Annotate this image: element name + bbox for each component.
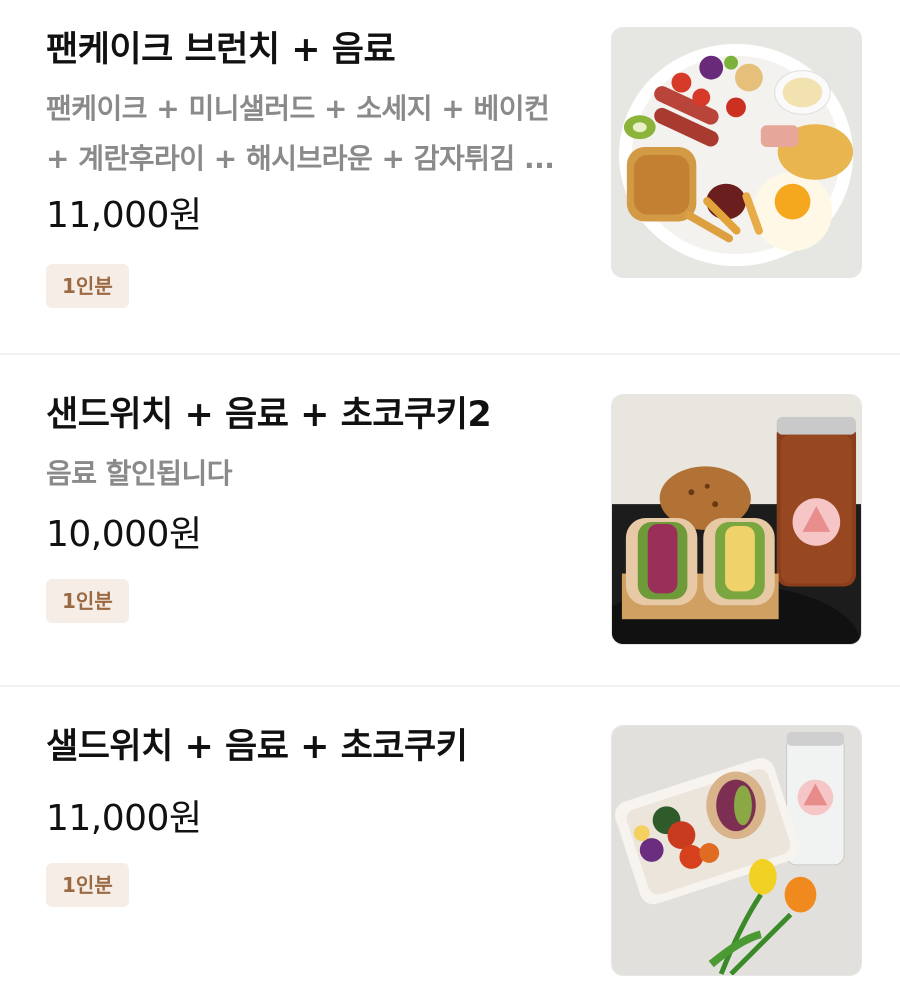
menu-item-name: 샌드위치 + 음료 + 초코쿠키2: [46, 395, 492, 435]
menu-item-description-line: 팬케이크 + 미니샐러드 + 소세지 + 베이컨: [46, 92, 550, 125]
menu-item-description-line: 음료 할인됩니다: [46, 457, 233, 490]
serving-size-badge: 1인분: [46, 579, 129, 623]
pancake-brunch-plate-photo: [611, 27, 862, 278]
menu-list: 팬케이크 브런치 + 음료 팬케이크 + 미니샐러드 + 소세지 + 베이컨 +…: [0, 0, 900, 989]
sandwich-drink-cookie-photo: [611, 394, 862, 645]
menu-item-description-line: + 계란후라이 + 해시브라운 + 감자튀김 ...: [46, 142, 555, 175]
menu-item-price: 11,000원: [46, 195, 202, 236]
pancake-brunch-plate-icon: [612, 28, 861, 277]
salad-sandwich-box-photo: [611, 725, 862, 976]
serving-size-badge: 1인분: [46, 264, 129, 308]
menu-item-description: 팬케이크 + 미니샐러드 + 소세지 + 베이컨 + 계란후라이 + 해시브라운…: [46, 84, 606, 184]
menu-item-sandwich-set-2[interactable]: 샌드위치 + 음료 + 초코쿠키2 음료 할인됩니다 10,000원 1인분: [0, 355, 900, 686]
sandwich-drink-cookie-icon: [612, 395, 861, 644]
menu-item-price: 10,000원: [46, 514, 202, 555]
salad-sandwich-box-icon: [612, 726, 861, 975]
menu-item-price: 11,000원: [46, 798, 202, 839]
menu-item-name: 팬케이크 브런치 + 음료: [46, 30, 396, 70]
menu-item-description: 음료 할인됩니다: [46, 449, 606, 499]
menu-item-salad-sandwich-set[interactable]: 샐드위치 + 음료 + 초코쿠키 11,000원 1인분: [0, 687, 900, 989]
serving-size-badge: 1인분: [46, 863, 129, 907]
menu-item-name: 샐드위치 + 음료 + 초코쿠키: [46, 727, 468, 767]
menu-item-pancake-brunch[interactable]: 팬케이크 브런치 + 음료 팬케이크 + 미니샐러드 + 소세지 + 베이컨 +…: [0, 0, 900, 354]
